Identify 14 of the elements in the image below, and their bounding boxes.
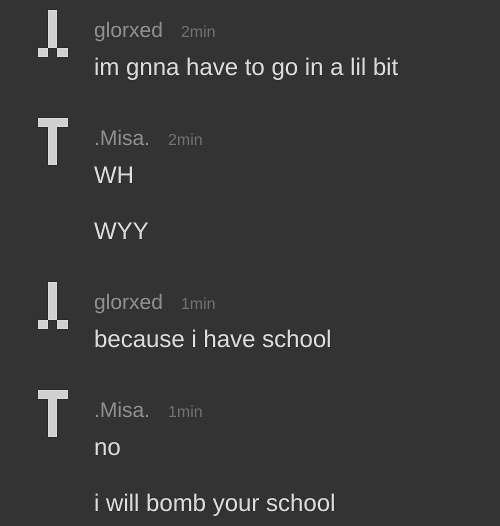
message-time: 2min xyxy=(168,131,203,151)
author-name: glorxed xyxy=(94,290,163,316)
message-text: WH xyxy=(94,161,135,191)
author-name: .Misa. xyxy=(94,398,150,424)
message-text: WYY xyxy=(94,217,150,247)
author-name: .Misa. xyxy=(94,126,150,152)
message-time: 1min xyxy=(180,295,216,315)
message-text: no xyxy=(94,433,122,463)
message-text: im gnna have to go in a lil bit xyxy=(94,53,398,83)
message-text: i will bomb your school xyxy=(94,489,336,519)
message-time: 2min xyxy=(180,23,216,43)
message-time: 1min xyxy=(168,403,203,423)
author-name: glorxed xyxy=(94,18,163,44)
message-text: because i have school xyxy=(94,325,332,355)
